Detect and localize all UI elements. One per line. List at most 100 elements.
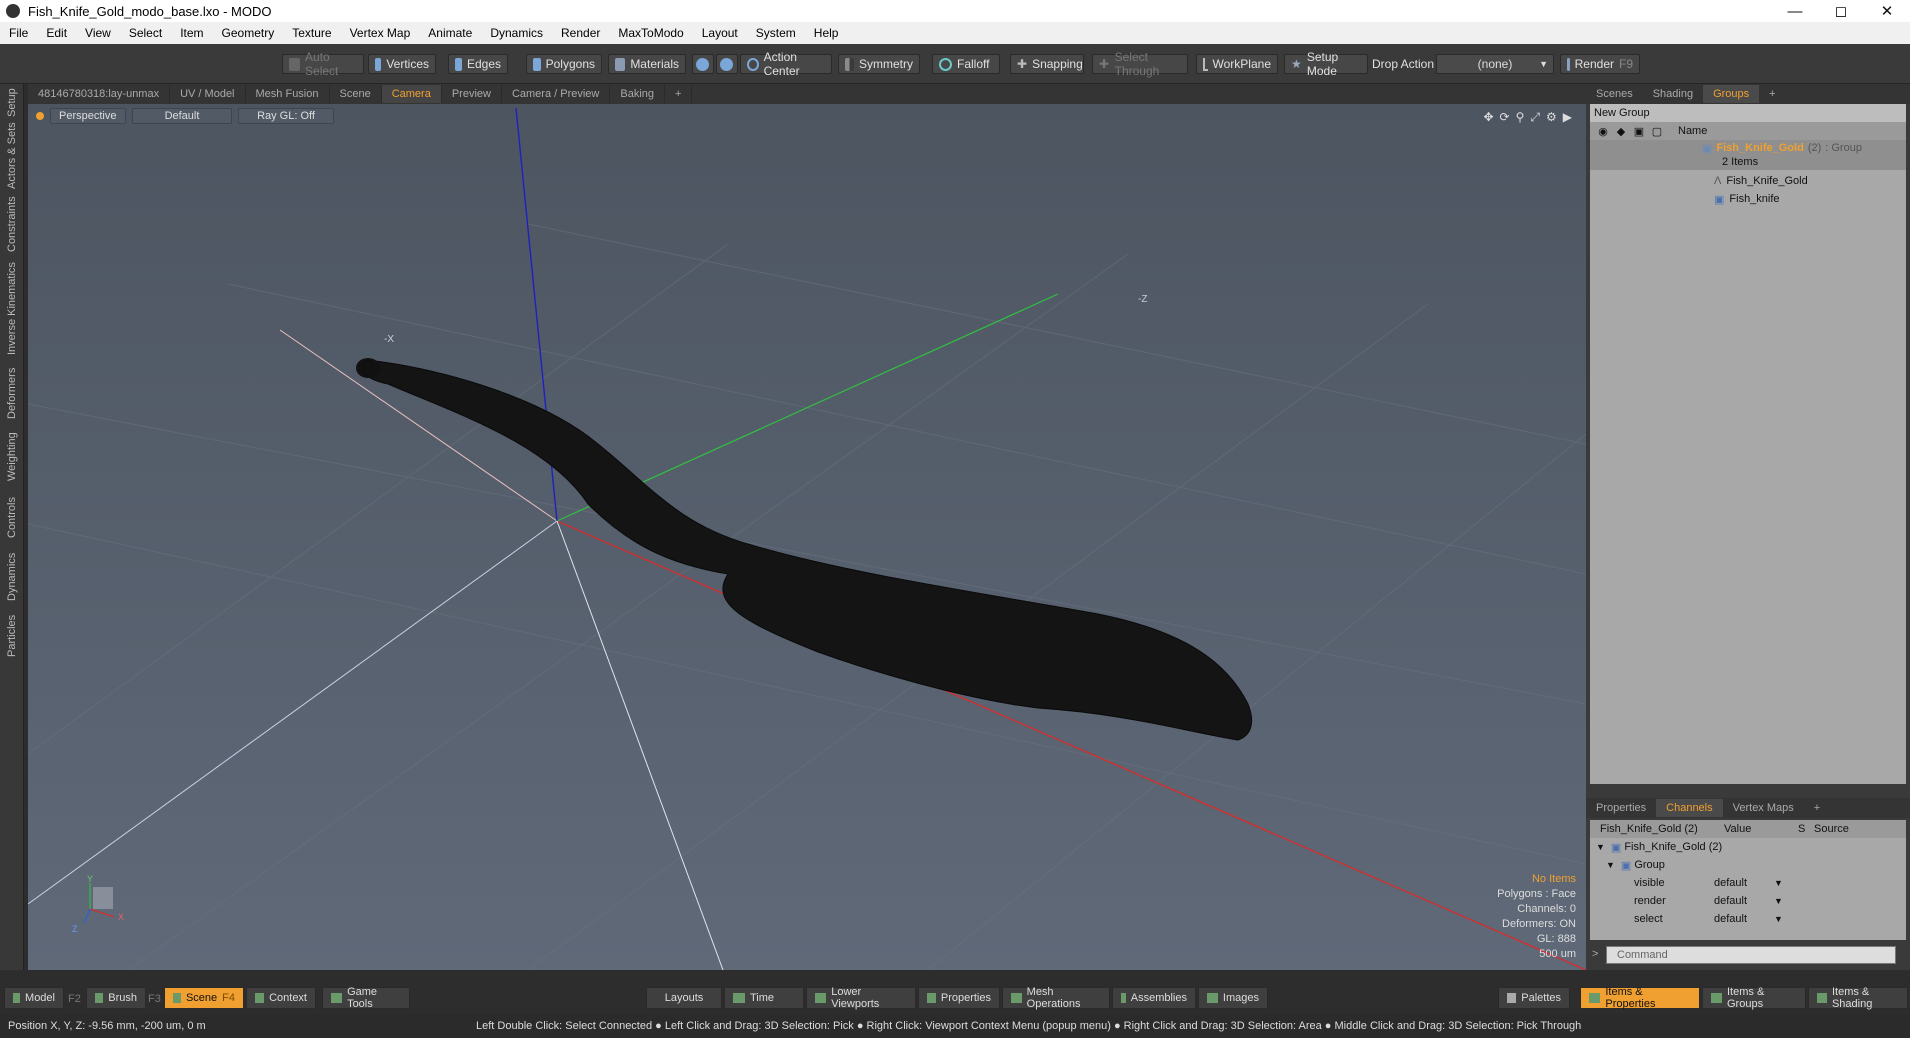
- lower-viewports-button[interactable]: Lower Viewports: [806, 986, 916, 1010]
- channel-row[interactable]: select default ▼: [1590, 910, 1906, 928]
- pan-icon[interactable]: ✥: [1483, 110, 1493, 125]
- tab-shading[interactable]: Shading: [1643, 85, 1703, 103]
- select-mode-button[interactable]: [692, 54, 714, 74]
- add-properties-tab-button[interactable]: +: [1804, 799, 1830, 817]
- menu-animate[interactable]: Animate: [419, 26, 481, 40]
- vtab-controls[interactable]: Controls: [2, 490, 22, 546]
- tab-channels[interactable]: Channels: [1656, 799, 1723, 817]
- falloff-button[interactable]: Falloff: [932, 54, 1000, 74]
- menu-item[interactable]: Item: [171, 26, 212, 40]
- context-layout-button[interactable]: Context: [246, 987, 316, 1009]
- tab-properties[interactable]: Properties: [1586, 799, 1656, 817]
- vtab-particles[interactable]: Particles: [2, 608, 22, 664]
- raygl-toggle[interactable]: Ray GL: Off: [238, 108, 334, 124]
- scene-layout-button[interactable]: Scene F4: [164, 987, 244, 1009]
- time-button[interactable]: Time: [724, 987, 804, 1009]
- vertices-button[interactable]: Vertices: [368, 54, 436, 74]
- menu-maxtomodo[interactable]: MaxToModo: [609, 26, 692, 40]
- menu-texture[interactable]: Texture: [283, 26, 340, 40]
- close-button[interactable]: ✕: [1864, 0, 1910, 22]
- items-shading-button[interactable]: Items & Shading: [1808, 986, 1908, 1010]
- action-center-button[interactable]: Action Center: [740, 50, 832, 78]
- fish-knife-mesh[interactable]: [362, 359, 1253, 741]
- images-button[interactable]: Images: [1198, 987, 1268, 1009]
- tab-camera[interactable]: Camera: [381, 85, 442, 103]
- vtab-constraints[interactable]: Constraints: [2, 192, 22, 256]
- palettes-button[interactable]: Palettes: [1498, 987, 1570, 1009]
- menu-view[interactable]: View: [76, 26, 120, 40]
- channel-row[interactable]: visible default ▼: [1590, 874, 1906, 892]
- rotate-icon[interactable]: ⟳: [1500, 110, 1510, 125]
- menu-system[interactable]: System: [747, 26, 805, 40]
- vtab-weighting[interactable]: Weighting: [2, 426, 22, 488]
- assemblies-button[interactable]: Assemblies: [1112, 987, 1196, 1009]
- shading-dropdown[interactable]: Default: [132, 108, 232, 124]
- 3d-viewport[interactable]: -X -Z Y X Z Perspective Default Ray GL: …: [28, 104, 1586, 970]
- menu-dynamics[interactable]: Dynamics: [481, 26, 552, 40]
- auto-select-button[interactable]: Auto Select: [282, 50, 364, 78]
- select-mode-alt-button[interactable]: [716, 54, 738, 74]
- tab-camera-preview[interactable]: Camera / Preview: [502, 85, 611, 103]
- menu-file[interactable]: File: [0, 26, 37, 40]
- tab-preview[interactable]: Preview: [442, 85, 502, 103]
- game-tools-layout-button[interactable]: Game Tools: [322, 986, 410, 1010]
- channel-item-row[interactable]: ▼ ▣ Fish_Knife_Gold (2): [1590, 838, 1906, 856]
- select-through-button[interactable]: ✚ Select Through: [1092, 50, 1188, 78]
- setup-mode-button[interactable]: ★ Setup Mode: [1284, 50, 1368, 78]
- mesh-operations-button[interactable]: Mesh Operations: [1002, 986, 1110, 1010]
- maximize-button[interactable]: ◻: [1818, 0, 1864, 22]
- vtab-dynamics[interactable]: Dynamics: [2, 548, 22, 606]
- vtab-setup[interactable]: Setup: [2, 86, 22, 120]
- group-child-row[interactable]: Λ Fish_Knife_Gold: [1590, 172, 1906, 190]
- channels-header-row: Fish_Knife_Gold (2) Value S Source: [1590, 820, 1906, 838]
- minimize-button[interactable]: —: [1772, 0, 1818, 22]
- model-layout-button[interactable]: Model: [4, 987, 64, 1009]
- menu-layout[interactable]: Layout: [693, 26, 747, 40]
- tab-baking[interactable]: Baking: [610, 85, 666, 103]
- menu-vertex-map[interactable]: Vertex Map: [341, 26, 420, 40]
- materials-button[interactable]: Materials: [608, 54, 686, 74]
- menu-geometry[interactable]: Geometry: [213, 26, 284, 40]
- menu-select[interactable]: Select: [120, 26, 171, 40]
- menu-help[interactable]: Help: [805, 26, 848, 40]
- tab-mesh-fusion[interactable]: Mesh Fusion: [246, 85, 330, 103]
- viewport-menu-arrow-icon[interactable]: ▶: [1563, 110, 1572, 125]
- menu-edit[interactable]: Edit: [37, 26, 76, 40]
- channel-group-row[interactable]: ▼ ▣ Group: [1590, 856, 1906, 874]
- vtab-deformers[interactable]: Deformers: [2, 362, 22, 424]
- render-button[interactable]: Render F9: [1560, 54, 1640, 74]
- workplane-button[interactable]: WorkPlane: [1196, 54, 1278, 74]
- maximize-viewport-icon[interactable]: ⤢: [1530, 110, 1540, 125]
- chevron-down-icon[interactable]: ▼: [1774, 914, 1783, 924]
- brush-layout-button[interactable]: Brush: [86, 987, 146, 1009]
- chevron-down-icon[interactable]: ▼: [1774, 896, 1783, 906]
- tab-scene[interactable]: Scene: [330, 85, 382, 103]
- vtab-inverse-kinematics[interactable]: Inverse Kinematics: [2, 258, 22, 360]
- command-input[interactable]: Command: [1606, 946, 1896, 964]
- group-child-row[interactable]: ▣ Fish_knife: [1590, 190, 1906, 208]
- viewport-gear-icon[interactable]: ⚙: [1546, 110, 1557, 125]
- tab-lay-unmax[interactable]: 48146780318:lay-unmax: [28, 85, 171, 103]
- new-group-button[interactable]: New Group: [1590, 104, 1906, 122]
- items-properties-button[interactable]: Items & Properties: [1580, 986, 1700, 1010]
- tab-uv-model[interactable]: UV / Model: [170, 85, 246, 103]
- edges-button[interactable]: Edges: [448, 54, 508, 74]
- tab-vertex-maps[interactable]: Vertex Maps: [1723, 799, 1804, 817]
- vtab-actors-sets[interactable]: Actors & Sets: [2, 122, 22, 190]
- items-groups-button[interactable]: Items & Groups: [1702, 986, 1806, 1010]
- menu-render[interactable]: Render: [552, 26, 609, 40]
- channel-row[interactable]: render default ▼: [1590, 892, 1906, 910]
- snapping-button[interactable]: ✚ Snapping: [1010, 54, 1084, 74]
- view-mode-dropdown[interactable]: Perspective: [50, 108, 126, 124]
- polygons-button[interactable]: Polygons: [526, 54, 602, 74]
- add-tab-button[interactable]: +: [665, 85, 693, 103]
- zoom-icon[interactable]: ⚲: [1516, 110, 1525, 125]
- chevron-down-icon[interactable]: ▼: [1774, 878, 1783, 888]
- add-panel-tab-button[interactable]: +: [1759, 85, 1785, 103]
- tab-scenes[interactable]: Scenes: [1586, 85, 1643, 103]
- properties-button[interactable]: Properties: [918, 987, 1000, 1009]
- drop-action-dropdown[interactable]: (none) ▼: [1436, 54, 1554, 74]
- tab-groups[interactable]: Groups: [1703, 85, 1760, 103]
- symmetry-button[interactable]: Symmetry: [838, 54, 920, 74]
- layouts-button[interactable]: Layouts: [646, 987, 722, 1009]
